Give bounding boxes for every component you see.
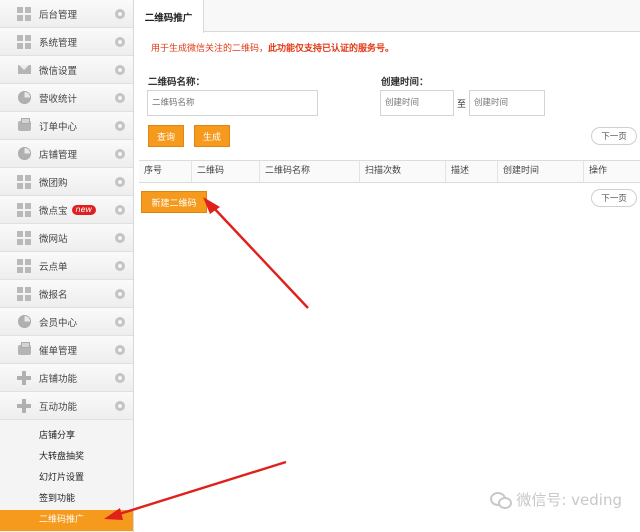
sidebar-item-store[interactable]: 店铺管理 [0,140,133,168]
printer-icon [17,117,31,133]
expand-circle-icon[interactable] [115,205,125,215]
grid-icon [17,258,31,273]
qr-name-label: 二维码名称： [148,77,206,88]
sidebar-item-label: 营收统计 [39,93,78,105]
pie-icon [17,315,31,329]
watermark-text: 微信号: veding [516,491,622,509]
generate-button[interactable]: 生成 [194,125,230,147]
sidebar-item-store-functions[interactable]: 店铺功能 [0,364,133,392]
expand-circle-icon[interactable] [115,261,125,271]
qr-name-input[interactable] [147,90,318,116]
printer-icon [17,341,31,357]
create-time-label: 创建时间： [381,77,429,88]
expand-circle-icon[interactable] [115,373,125,383]
sidebar-item-label: 催单管理 [39,345,78,357]
grid-icon [17,286,31,301]
notice-emphasis: 此功能仅支持已认证的服务号。 [268,44,395,54]
sidebar-item-orders[interactable]: 订单中心 [0,112,133,140]
sidebar-item-signup[interactable]: 微报名 [0,280,133,308]
pie-icon [17,91,31,105]
sidebar-item-microsite[interactable]: 微网站 [0,224,133,252]
grid-icon [17,34,31,49]
col-description: 描述 [445,161,497,182]
grid-icon [17,6,31,21]
qr-table-header: 序号 二维码 二维码名称 扫描次数 描述 创建时间 操作 [139,160,640,183]
expand-circle-icon[interactable] [115,9,125,19]
expand-circle-icon[interactable] [115,289,125,299]
query-button[interactable]: 查询 [148,125,184,147]
envelope-icon [17,63,31,77]
sidebar-subnav: 店铺分享 大转盘抽奖 幻灯片设置 签到功能 二维码推广 [0,420,133,531]
expand-circle-icon[interactable] [115,37,125,47]
plus-icon [17,398,31,413]
expand-circle-icon[interactable] [115,345,125,355]
expand-circle-icon[interactable] [115,177,125,187]
sidebar-item-revenue[interactable]: 营收统计 [0,84,133,112]
col-qrcode: 二维码 [191,161,259,182]
app-root: 后台管理 系统管理 微信设置 营收统计 订单中心 店铺管理 微团购 微点宝 ne… [0,0,640,532]
sidebar-item-label: 微网站 [39,233,68,245]
subnav-item-store-share[interactable]: 店铺分享 [0,426,133,447]
sidebar-item-group-buy[interactable]: 微团购 [0,168,133,196]
col-create-time: 创建时间 [497,161,583,182]
sidebar-item-label: 微点宝 [39,205,68,217]
sidebar-item-label: 店铺管理 [39,149,78,161]
sidebar-item-label: 订单中心 [39,121,78,133]
new-badge: new [71,204,97,215]
subnav-item-slides[interactable]: 幻灯片设置 [0,468,133,489]
sidebar-item-label: 云点单 [39,261,68,273]
notice-prefix: 用于生成微信关注的二维码， [151,44,269,54]
expand-circle-icon[interactable] [115,149,125,159]
next-page-button-bottom[interactable]: 下一页 [591,189,637,207]
grid-icon [17,230,31,245]
subnav-item-qr-promo[interactable]: 二维码推广 [0,510,133,531]
sidebar-item-members[interactable]: 会员中心 [0,308,133,336]
expand-circle-icon[interactable] [115,65,125,75]
col-actions: 操作 [583,161,640,182]
sidebar-item-weidianbao[interactable]: 微点宝 new [0,196,133,224]
subnav-item-checkin[interactable]: 签到功能 [0,489,133,510]
sidebar-item-label: 会员中心 [39,317,78,329]
sidebar: 后台管理 系统管理 微信设置 营收统计 订单中心 店铺管理 微团购 微点宝 ne… [0,0,134,532]
expand-circle-icon[interactable] [115,401,125,411]
sidebar-item-interactive[interactable]: 互动功能 [0,392,133,420]
subnav-item-wheel-lottery[interactable]: 大转盘抽奖 [0,447,133,468]
sidebar-item-label: 互动功能 [39,401,78,413]
sidebar-item-label: 店铺功能 [39,373,78,385]
tab-bar: 二维码推广 [134,0,640,33]
sidebar-item-label: 后台管理 [39,9,78,21]
grid-icon [17,174,31,189]
grid-icon [17,202,31,217]
sidebar-item-backend[interactable]: 后台管理 [0,0,133,28]
tab-qr-promo[interactable]: 二维码推广 [134,0,204,33]
main-content: 二维码推广 用于生成微信关注的二维码，此功能仅支持已认证的服务号。 二维码名称：… [134,0,640,532]
new-qrcode-button[interactable]: 新建二维码 [141,191,207,213]
wechat-icon [490,492,513,509]
sidebar-item-reminders[interactable]: 催单管理 [0,336,133,364]
wechat-watermark: 微信号: veding [490,489,622,510]
create-time-start-input[interactable] [380,90,454,116]
pie-icon [17,147,31,161]
date-range-separator: 至 [457,100,467,110]
sidebar-item-label: 微信设置 [39,65,78,77]
sidebar-item-label: 微报名 [39,289,68,301]
notice-text: 用于生成微信关注的二维码，此功能仅支持已认证的服务号。 [151,41,394,54]
col-scan-count: 扫描次数 [359,161,445,182]
expand-circle-icon[interactable] [115,317,125,327]
sidebar-item-cloud-order[interactable]: 云点单 [0,252,133,280]
col-qr-name: 二维码名称 [259,161,359,182]
sidebar-item-wechat-settings[interactable]: 微信设置 [0,56,133,84]
sidebar-item-label: 微团购 [39,177,68,189]
create-time-end-input[interactable] [469,90,545,116]
expand-circle-icon[interactable] [115,121,125,131]
sidebar-item-label: 系统管理 [39,37,78,49]
plus-icon [17,370,31,385]
next-page-button-top[interactable]: 下一页 [591,127,637,145]
sidebar-item-system[interactable]: 系统管理 [0,28,133,56]
col-index: 序号 [144,166,163,176]
expand-circle-icon[interactable] [115,233,125,243]
expand-circle-icon[interactable] [115,93,125,103]
